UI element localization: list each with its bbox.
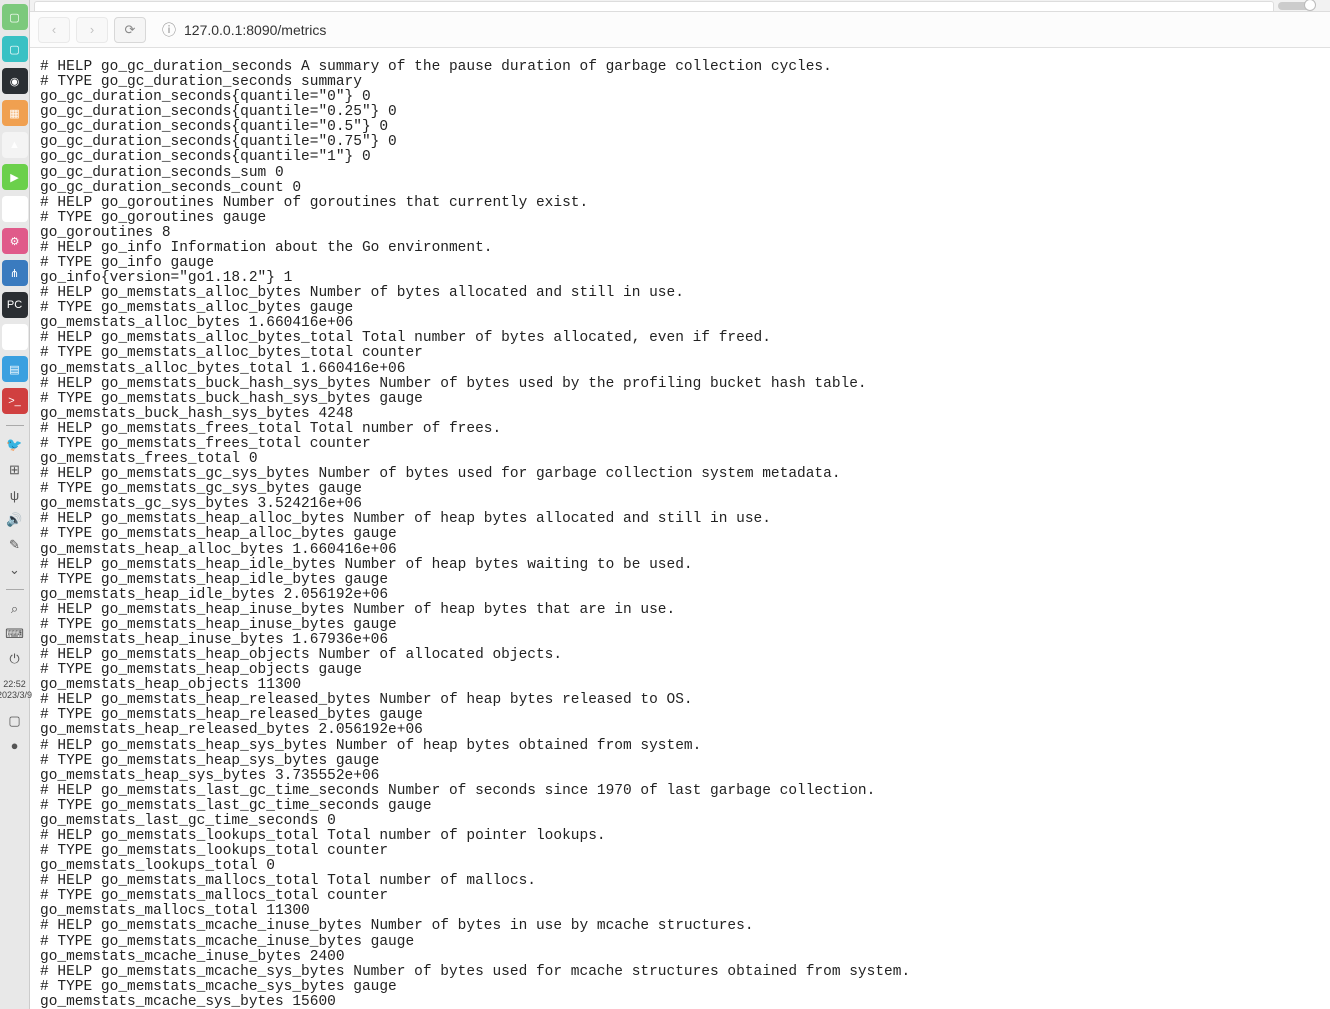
app-terminal-icon[interactable]: >_ [2, 388, 28, 414]
tab-strip[interactable] [34, 1, 1274, 11]
clock-date: 2023/3/9 [0, 690, 32, 701]
dot-icon[interactable]: ● [4, 735, 26, 757]
info-icon: ⓘ [162, 20, 176, 40]
app-blue-icon[interactable]: ▤ [2, 356, 28, 382]
volume-icon[interactable]: 🔊 [4, 509, 26, 531]
keyboard-icon[interactable]: ⌨ [4, 623, 26, 645]
usb-icon[interactable]: ψ [4, 484, 26, 506]
url-text: 127.0.0.1:8090/metrics [184, 22, 326, 38]
app-gear-icon[interactable]: ⚙ [2, 228, 28, 254]
address-bar[interactable]: ⓘ 127.0.0.1:8090/metrics [152, 16, 1322, 44]
dock-sidebar: ▢ ▢ ◉ ▦ ▲ ▶ 9 ⚙ ⋔ PC ☁ ▤ >_ 🐦 ⊞ ψ 🔊 ✎ ⌄ ⌕ ⌨ ⏻ 22:52 2023/3/… [0, 0, 30, 1009]
app-vscode-icon[interactable]: ⋔ [2, 260, 28, 286]
metrics-output: # HELP go_gc_duration_seconds A summary … [40, 60, 1320, 1009]
tab-bar [30, 0, 1330, 12]
toggle-switch[interactable] [1278, 1, 1322, 11]
bird-icon[interactable]: 🐦 [4, 434, 26, 456]
clock-time: 22:52 [0, 679, 32, 690]
search-icon[interactable]: ⌕ [4, 598, 26, 620]
reload-button[interactable]: ⟳ [114, 17, 146, 43]
reload-icon: ⟳ [125, 22, 136, 38]
separator [6, 589, 24, 590]
clock: 22:52 2023/3/9 [0, 679, 32, 701]
separator [6, 425, 24, 426]
main-area: ‹ › ⟳ ⓘ 127.0.0.1:8090/metrics # HELP go… [30, 0, 1330, 1009]
grid-icon[interactable]: ⊞ [4, 459, 26, 481]
forward-button[interactable]: › [76, 17, 108, 43]
app-media-icon[interactable]: ▶ [2, 164, 28, 190]
browser-toolbar: ‹ › ⟳ ⓘ 127.0.0.1:8090/metrics [30, 12, 1330, 48]
chevron-right-icon: › [90, 22, 94, 37]
page-content[interactable]: # HELP go_gc_duration_seconds A summary … [30, 48, 1330, 1009]
chevron-down-icon[interactable]: ⌄ [4, 559, 26, 581]
app-cloud-icon[interactable]: ☁ [2, 324, 28, 350]
app-photos-icon[interactable]: ▲ [2, 132, 28, 158]
app-browser-icon[interactable]: ◉ [2, 68, 28, 94]
green-square-icon[interactable]: ▢ [4, 710, 26, 732]
power-icon[interactable]: ⏻ [4, 648, 26, 670]
app-cyan-icon[interactable]: ▢ [2, 36, 28, 62]
app-green-icon[interactable]: ▢ [2, 4, 28, 30]
chevron-left-icon: ‹ [52, 22, 56, 37]
eyedropper-icon[interactable]: ✎ [4, 534, 26, 556]
app-orange-icon[interactable]: ▦ [2, 100, 28, 126]
app-nine-icon[interactable]: 9 [2, 196, 28, 222]
back-button[interactable]: ‹ [38, 17, 70, 43]
app-pycharm-icon[interactable]: PC [2, 292, 28, 318]
